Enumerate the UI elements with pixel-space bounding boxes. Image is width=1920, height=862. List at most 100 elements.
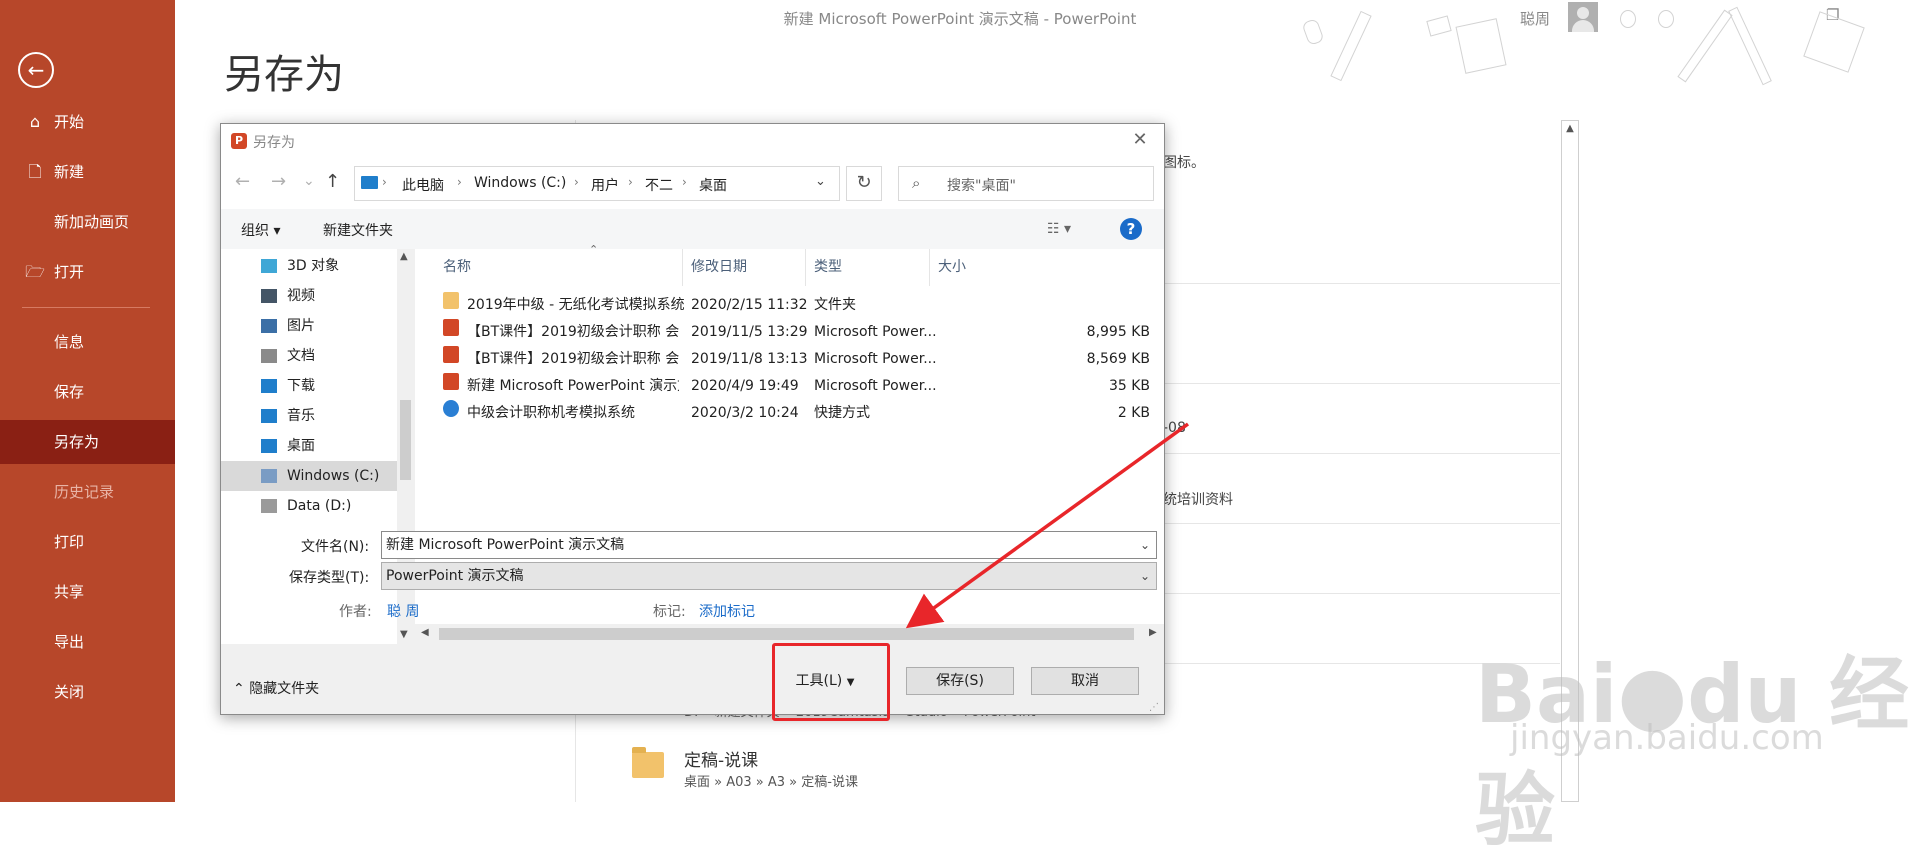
scroll-up-icon[interactable]: ▲ xyxy=(1563,122,1577,136)
nav-node-music[interactable]: 音乐 xyxy=(221,401,397,431)
scroll-up-icon[interactable]: ▲ xyxy=(400,251,408,262)
sidebar-item-history[interactable]: 历史记录 xyxy=(0,470,175,514)
file-name: 【BT课件】2019初级会计职称 会计实务... xyxy=(467,324,679,340)
nav-node-label: 图片 xyxy=(287,318,315,334)
cancel-button[interactable]: 取消 xyxy=(1031,667,1139,695)
nav-node-pictures[interactable]: 图片 xyxy=(221,311,397,341)
sidebar-item-share[interactable]: 共享 xyxy=(0,570,175,614)
column-header-name[interactable]: 名称 xyxy=(415,249,683,286)
breadcrumb-windows-c[interactable]: Windows (C:) xyxy=(474,175,566,191)
dialog-toolbar: 组织 ▾ 新建文件夹 ☷ ▾ ? xyxy=(221,209,1164,249)
refresh-icon[interactable]: ↻ xyxy=(846,166,882,201)
nav-node-desktop[interactable]: 桌面 xyxy=(221,431,397,461)
sidebar-item-home[interactable]: ⌂ 开始 xyxy=(0,100,175,144)
recent-locations-icon[interactable]: ⌄ xyxy=(303,173,315,189)
dialog-titlebar[interactable]: P 另存为 ✕ xyxy=(221,124,1164,157)
pictures-icon xyxy=(261,319,277,333)
tools-highlight-box xyxy=(772,643,890,721)
table-row[interactable]: 2019年中级 - 无纸化考试模拟系统 2020/2/15 11:32 文件夹 xyxy=(415,292,1164,319)
powerpoint-file-icon xyxy=(443,346,459,363)
file-date: 2020/3/2 10:24 xyxy=(691,405,799,421)
sidebar-item-export[interactable]: 导出 xyxy=(0,620,175,664)
tags-value[interactable]: 添加标记 xyxy=(699,601,755,621)
breadcrumb-separator-icon: › xyxy=(382,175,387,189)
breadcrumb-buer[interactable]: 不二 xyxy=(645,175,673,195)
sidebar-item-open[interactable]: 🗁 打开 xyxy=(0,250,175,294)
sidebar-item-new[interactable]: 🗋 新建 xyxy=(0,150,175,194)
file-type: 文件夹 xyxy=(814,297,856,313)
sidebar-item-save[interactable]: 保存 xyxy=(0,370,175,414)
file-size: 2 KB xyxy=(1117,405,1150,421)
file-size: 8,995 KB xyxy=(1086,324,1150,340)
scroll-left-icon[interactable]: ◀ xyxy=(421,627,429,638)
sidebar-item-new-animation-page[interactable]: 新加动画页 xyxy=(0,200,175,244)
partial-text: 图标。 xyxy=(1163,155,1205,171)
nav-node-data-d[interactable]: Data (D:) xyxy=(221,491,397,521)
forward-icon[interactable]: → xyxy=(271,171,286,192)
help-icon[interactable]: ? xyxy=(1120,218,1142,240)
drive-c-icon xyxy=(261,469,277,483)
chevron-down-icon[interactable]: ⌄ xyxy=(815,174,826,189)
search-input[interactable]: ⌕ 搜索"桌面" xyxy=(898,166,1154,201)
sidebar-divider xyxy=(22,307,150,308)
sidebar-item-label: 历史记录 xyxy=(54,483,115,501)
folder-icon xyxy=(632,747,664,778)
column-header-size[interactable]: 大小 xyxy=(930,249,1164,286)
user-name[interactable]: 聪周 xyxy=(1520,8,1550,29)
sidebar-item-close[interactable]: 关闭 xyxy=(0,670,175,714)
nav-node-label: Data (D:) xyxy=(287,498,352,514)
up-icon[interactable]: ↑ xyxy=(325,171,340,192)
breadcrumb-this-pc[interactable]: 此电脑 xyxy=(402,175,444,195)
horizontal-scrollbar[interactable]: ◀ ▶ xyxy=(415,624,1164,644)
sidebar-item-print[interactable]: 打印 xyxy=(0,520,175,564)
nav-node-documents[interactable]: 文档 xyxy=(221,341,397,371)
filetype-select[interactable]: PowerPoint 演示文稿 ⌄ xyxy=(381,562,1157,590)
scroll-right-icon[interactable]: ▶ xyxy=(1149,627,1157,638)
back-arrow-icon[interactable]: ← xyxy=(18,52,54,88)
chevron-up-icon: ⌃ xyxy=(233,681,250,697)
sidebar-item-label: 打开 xyxy=(54,263,85,281)
table-row[interactable]: 【BT课件】2019初级会计职称 会计实务... 2019/11/5 13:29… xyxy=(415,319,1164,346)
back-icon[interactable]: ← xyxy=(235,171,250,192)
avatar[interactable] xyxy=(1568,2,1598,32)
nav-node-videos[interactable]: 视频 xyxy=(221,281,397,311)
nav-node-windows-c[interactable]: Windows (C:) xyxy=(221,461,397,491)
filename-value: 新建 Microsoft PowerPoint 演示文稿 xyxy=(386,537,625,553)
nav-node-3d-objects[interactable]: 3D 对象 xyxy=(221,251,397,281)
table-row[interactable]: 中级会计职称机考模拟系统 2020/3/2 10:24 快捷方式 2 KB xyxy=(415,400,1164,427)
search-icon: ⌕ xyxy=(912,174,921,192)
organize-button[interactable]: 组织 ▾ xyxy=(241,220,280,240)
sidebar-item-save-as[interactable]: 另存为 xyxy=(0,420,175,464)
author-value[interactable]: 聪 周 xyxy=(387,601,419,621)
view-options-icon[interactable]: ☷ ▾ xyxy=(1047,221,1071,237)
column-header-type[interactable]: 类型 xyxy=(806,249,930,286)
powerpoint-file-icon xyxy=(443,319,459,336)
new-folder-button[interactable]: 新建文件夹 xyxy=(323,220,393,240)
recent-folder-name[interactable]: 定稿-说课 xyxy=(684,746,758,771)
save-button[interactable]: 保存(S) xyxy=(906,667,1014,695)
column-header-date[interactable]: 修改日期 xyxy=(683,249,806,286)
breadcrumb-desktop[interactable]: 桌面 xyxy=(699,175,727,195)
sidebar-item-label: 新建 xyxy=(54,163,85,181)
nav-node-downloads[interactable]: 下载 xyxy=(221,371,397,401)
table-row[interactable]: 【BT课件】2019初级会计职称 会计实务... 2019/11/8 13:13… xyxy=(415,346,1164,373)
sidebar-item-info[interactable]: 信息 xyxy=(0,320,175,364)
video-icon xyxy=(261,289,277,303)
partial-text: 统培训资料 xyxy=(1163,492,1233,508)
file-date: 2020/4/9 19:49 xyxy=(691,378,799,394)
address-bar[interactable]: › 此电脑 › Windows (C:) › 用户 › 不二 › 桌面 ⌄ xyxy=(354,166,840,201)
horizontal-scroll-thumb[interactable] xyxy=(439,628,1134,640)
hide-folders-toggle[interactable]: ⌃ 隐藏文件夹 xyxy=(233,678,319,698)
filename-field[interactable]: 新建 Microsoft PowerPoint 演示文稿 ⌄ xyxy=(381,531,1157,559)
nav-scroll-thumb[interactable] xyxy=(400,400,411,480)
chevron-down-icon[interactable]: ⌄ xyxy=(1140,563,1150,589)
resize-grip-icon[interactable]: ⋰ xyxy=(1149,702,1159,713)
close-icon[interactable]: ✕ xyxy=(1127,128,1153,152)
chevron-down-icon[interactable]: ⌄ xyxy=(1140,532,1150,558)
scroll-down-icon[interactable]: ▼ xyxy=(400,629,408,640)
file-name: 【BT课件】2019初级会计职称 会计实务... xyxy=(467,351,679,367)
sidebar-item-label: 新加动画页 xyxy=(54,213,130,231)
table-row[interactable]: 新建 Microsoft PowerPoint 演示文稿 2020/4/9 19… xyxy=(415,373,1164,400)
file-date: 2020/2/15 11:32 xyxy=(691,297,808,313)
breadcrumb-users[interactable]: 用户 xyxy=(591,175,619,195)
